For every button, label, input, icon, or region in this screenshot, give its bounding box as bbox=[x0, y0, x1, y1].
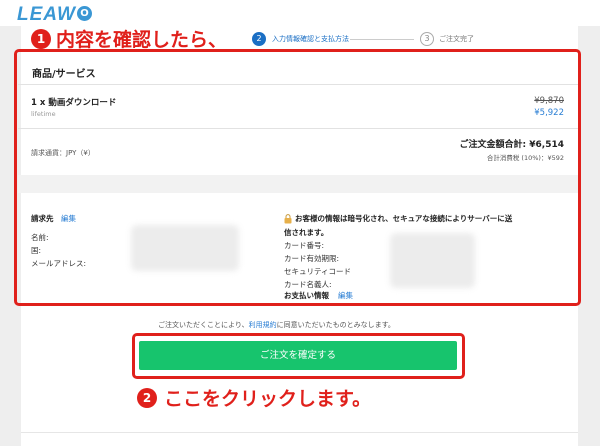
terms-link[interactable]: 利用規約 bbox=[249, 321, 277, 329]
annotation-1-badge: 1 bbox=[31, 29, 51, 49]
terms-agreement: ご注文いただくことにより、利用規約に同意いただいたものとみなします。 bbox=[158, 320, 395, 330]
annotation-2-text: ここをクリックします。 bbox=[164, 388, 372, 410]
divider bbox=[21, 432, 578, 433]
step-2-indicator: 2 bbox=[252, 32, 266, 46]
terms-suffix: に同意いただいたものとみなします。 bbox=[276, 321, 395, 329]
brand-logo[interactable]: LEAW bbox=[17, 4, 76, 26]
annotation-2-badge: 2 bbox=[137, 388, 157, 408]
step-connector bbox=[350, 39, 414, 40]
terms-prefix: ご注文いただくことにより、 bbox=[158, 321, 249, 329]
step-3-label: ご注文完了 bbox=[439, 35, 474, 43]
annotation-1-text: 内容を確認したら、 bbox=[56, 29, 228, 51]
top-bar: LEAW O bbox=[0, 0, 600, 26]
step-3-indicator: 3 bbox=[420, 32, 434, 46]
annotation-highlight-details bbox=[14, 49, 581, 306]
step-2-label: 入力情報確認と支払方法 bbox=[272, 35, 349, 43]
brand-logo-mark: O bbox=[77, 6, 92, 21]
annotation-highlight-button bbox=[132, 333, 465, 379]
